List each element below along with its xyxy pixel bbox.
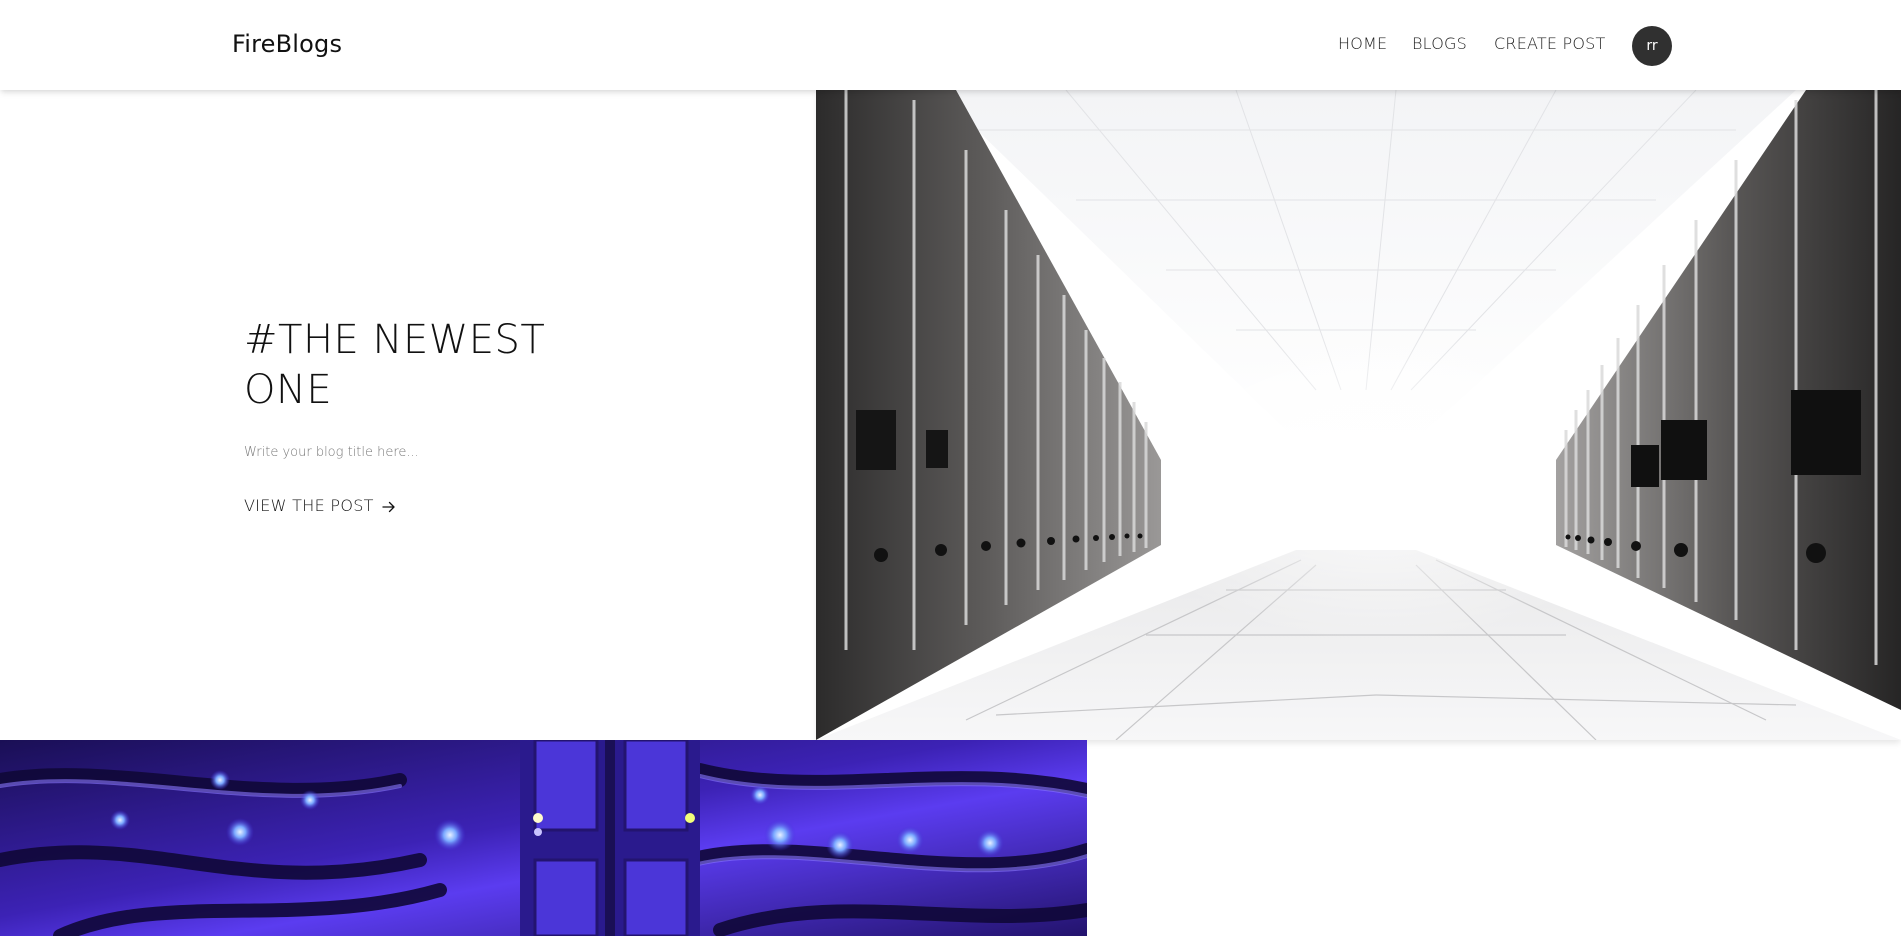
nav-create-post-link[interactable]: CREATE POST (1494, 34, 1605, 53)
site-header: FireBlogs HOME BLOGS CREATE POST rr (0, 0, 1901, 90)
view-post-link[interactable]: VIEW THE POST (244, 496, 396, 515)
view-post-label: VIEW THE POST (244, 496, 374, 515)
site-logo[interactable]: FireBlogs (232, 30, 342, 58)
user-avatar[interactable]: rr (1632, 26, 1672, 66)
hero-title-line2: ONE (244, 367, 333, 413)
hero-title-line1: #THE NEWEST (244, 317, 546, 363)
nav-home-link[interactable]: HOME (1338, 34, 1387, 53)
hero-text-block: #THE NEWEST ONE Write your blog title he… (244, 315, 574, 515)
hero-section: #THE NEWEST ONE Write your blog title he… (0, 90, 1901, 740)
hero-subtitle: Write your blog title here... (244, 445, 419, 460)
nav-blogs-link[interactable]: BLOGS (1412, 34, 1467, 53)
blog-card-image (0, 740, 1087, 936)
hero-title: #THE NEWEST ONE (244, 315, 574, 415)
hero-server-room-image (816, 90, 1901, 740)
arrow-right-icon (382, 499, 396, 513)
